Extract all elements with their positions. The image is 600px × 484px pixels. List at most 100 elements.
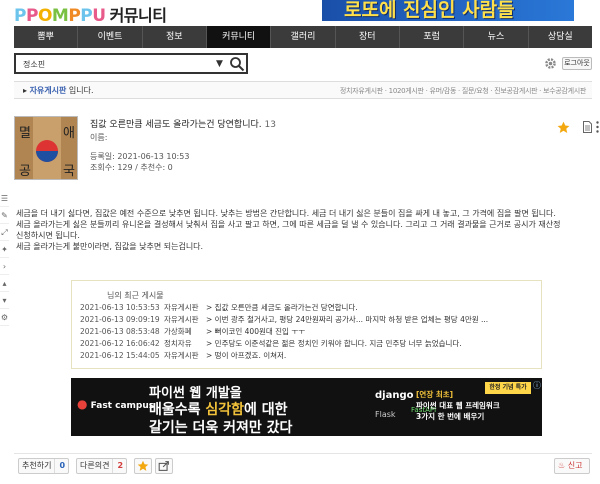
favorite-button[interactable]: [134, 458, 152, 474]
recent-post-row[interactable]: 2021-06-13 08:53:48 가상화폐 > 뻐이코인 400원대 진입 ㅜ…: [80, 326, 305, 337]
star-icon[interactable]: [557, 121, 570, 134]
recent-posts-box: 님의 최근 게시물 2021-06-13 10:53:53 자유게시판 > 집값 오…: [71, 280, 542, 369]
ad-headline-2a: 배울수록: [149, 402, 206, 418]
side-tool-down[interactable]: ▾: [0, 292, 9, 309]
logo-letter: P: [68, 6, 81, 26]
svg-text:공: 공: [19, 164, 31, 179]
svg-text:국: 국: [63, 164, 75, 179]
ad-tech-flask: Flask: [375, 410, 396, 419]
svg-text:멸: 멸: [19, 126, 31, 141]
post-body-line: 세금 올라가는게 싫은 분들끼리 유니온을 결성해서 낮춰서 집을 사고 팔고 …: [16, 220, 561, 229]
recent-post-board: 자유게시판: [164, 315, 199, 324]
side-tool-mark[interactable]: ✦: [0, 241, 9, 258]
ad-right-line-2: 파이썬 대표 웹 프레임워크: [416, 401, 500, 410]
search-row: 정소핀 ▼ 로그아웃: [14, 53, 592, 75]
star-icon: [137, 460, 149, 471]
side-tool-settings[interactable]: ⚙: [0, 309, 9, 326]
ad-right-line-1: [연장 최초]: [416, 390, 454, 399]
author-avatar[interactable]: 멸 애 공 국: [14, 116, 78, 180]
side-tool-up[interactable]: ▴: [0, 275, 9, 292]
ad-headline-3: 갈기는 더욱 커져만 갔다: [149, 420, 293, 436]
post-date: 등록일: 2021-06-13 10:53: [90, 152, 190, 161]
side-tool-next[interactable]: ›: [0, 258, 9, 275]
post-actions: 추천하기 0 다른의견 2 ♨ 신고: [14, 453, 592, 475]
recent-post-date: 2021-06-13 10:53:53: [80, 303, 160, 312]
search-box[interactable]: 정소핀 ▼: [14, 53, 248, 74]
report-button[interactable]: ♨ 신고: [554, 458, 590, 474]
ad-badge: 한정 기념 특가: [485, 382, 531, 394]
nav-item-community[interactable]: 커뮤니티: [206, 26, 272, 48]
recent-posts-title: 님의 최근 게시물: [107, 291, 164, 300]
post-comment-count[interactable]: 13: [265, 120, 276, 130]
opinion-label: 다른의견: [80, 461, 110, 470]
recent-post-board: 정치자유: [164, 339, 192, 348]
nav-item-market[interactable]: 장터: [336, 26, 400, 48]
share-icon: [158, 461, 169, 471]
ad-banner[interactable]: ● Fast campus 파이썬 웹 개발을 배울수록 심각함에 대한 갈기는…: [71, 378, 542, 436]
search-icon[interactable]: [229, 56, 245, 72]
recommend-count: 0: [54, 459, 65, 473]
recent-post-title[interactable]: > 떵이 아프겠죠. 이쳐저.: [206, 351, 286, 360]
avatar-image: 멸 애 공 국: [15, 117, 77, 179]
logout-button[interactable]: 로그아웃: [562, 57, 592, 70]
recent-post-title[interactable]: > 집값 오른만큼 세금도 올라가는건 당연합니다.: [206, 303, 358, 312]
nav-item-event[interactable]: 이벤트: [78, 26, 143, 48]
ad-brand-text: Fast campus: [90, 401, 155, 411]
logo-letter: P: [80, 6, 93, 26]
post-views: 조회수: 129 / 추천수: 0: [90, 163, 173, 172]
ad-headline-highlight: 심각함: [205, 402, 245, 418]
recent-post-date: 2021-06-12 16:06:42: [80, 339, 160, 348]
side-toolbar: ☰ ✎ ⤢ ✦ › ▴ ▾ ⚙: [0, 190, 9, 326]
recent-post-title[interactable]: > 민주당도 이준석같은 젊은 정치인 키워야 합니다. 지금 민주당 너무 늙…: [206, 339, 462, 348]
recent-post-board: 가상화폐: [164, 327, 192, 336]
recent-post-row[interactable]: 2021-06-13 09:09:19 자유게시판 > 이번 광주 철거사고, 평당…: [80, 314, 488, 325]
report-label: 신고: [567, 461, 583, 470]
side-tool-menu[interactable]: ☰: [0, 190, 9, 207]
ad-headline-2: 배울수록 심각함에 대한: [149, 399, 288, 419]
recent-post-title[interactable]: > 뻐이코인 400원대 진입 ㅜㅜ: [206, 327, 305, 336]
more-vertical-icon[interactable]: [596, 121, 599, 133]
recent-post-date: 2021-06-13 08:53:48: [80, 327, 160, 336]
recommend-button[interactable]: 추천하기 0: [18, 458, 70, 474]
nav-item-news[interactable]: 뉴스: [464, 26, 529, 48]
gear-icon[interactable]: [544, 57, 557, 70]
document-icon[interactable]: [583, 121, 592, 133]
nav-item-ppomppu[interactable]: 뽐뿌: [14, 26, 79, 48]
recent-post-board: 자유게시판: [164, 303, 199, 312]
search-input[interactable]: 정소핀: [23, 59, 45, 70]
recent-post-row[interactable]: 2021-06-13 10:53:53 자유게시판 > 집값 오른만큼 세금도 올라…: [80, 302, 358, 313]
nav-item-consult[interactable]: 상담실: [529, 26, 592, 48]
recent-post-row[interactable]: 2021-06-12 16:06:42 정치자유 > 민주당도 이준석같은 젊은 정…: [80, 338, 462, 349]
breadcrumb-left: ▸ 자유게시판 입니다.: [23, 86, 94, 95]
recent-post-date: 2021-06-13 09:09:19: [80, 315, 160, 324]
recommend-label: 추천하기: [22, 461, 52, 470]
share-button[interactable]: [155, 458, 173, 474]
post-title: 집값 오른만큼 세금도 올라가는건 당연합니다. 13: [90, 117, 276, 130]
top-header: PPOMPPU 커뮤니티 로또에 진심인 사람들: [0, 0, 600, 26]
board-link[interactable]: 자유게시판: [30, 86, 67, 95]
related-board-links[interactable]: 정치자유게시판 · 1020게시판 · 유머/감동 · 질문/요청 · 진보공감…: [340, 86, 586, 96]
main-nav: 뽐뿌 이벤트 정보 커뮤니티 갤러리 장터 포럼 뉴스 상담실: [14, 26, 592, 48]
ad-info-icon[interactable]: ⓘ: [533, 380, 541, 391]
triangle-down-icon[interactable]: ▼: [216, 59, 223, 69]
post-author-label[interactable]: 이름:: [90, 132, 107, 143]
site-logo[interactable]: PPOMPPU 커뮤니티: [14, 2, 167, 26]
recent-post-row[interactable]: 2021-06-12 15:44:05 자유게시판 > 떵이 아프겠죠. 이쳐저.: [80, 350, 286, 361]
nav-item-forum[interactable]: 포럼: [400, 26, 465, 48]
nav-item-gallery[interactable]: 갤러리: [271, 26, 336, 48]
top-ad-text: 로또에 진심인 사람들: [344, 0, 515, 21]
ad-brand: ● Fast campus: [77, 397, 155, 411]
post-body-line: 신청하시면 됩니다.: [16, 231, 80, 240]
opinion-button[interactable]: 다른의견 2: [76, 458, 128, 474]
side-tool-expand[interactable]: ⤢: [0, 224, 9, 241]
nav-item-info[interactable]: 정보: [143, 26, 207, 48]
top-ad-banner[interactable]: 로또에 진심인 사람들: [322, 0, 574, 21]
side-tool-edit[interactable]: ✎: [0, 207, 9, 224]
recent-post-title[interactable]: > 이번 광주 철거사고, 평당 24만원짜리 공가사... 마지막 하청 받은…: [206, 315, 488, 324]
ad-right-line-3: 3가지 한 번에 배우기: [416, 412, 485, 421]
ad-tech-django: django: [375, 390, 414, 401]
ad-brand-dot: ●: [77, 397, 88, 411]
recent-post-board: 자유게시판: [164, 351, 199, 360]
post-body: 세금을 더 내기 싫다면, 집값은 예전 수준으로 낮추면 됩니다. 낮추는 방…: [16, 208, 591, 252]
post-title-text: 집값 오른만큼 세금도 올라가는건 당연합니다.: [90, 120, 262, 130]
